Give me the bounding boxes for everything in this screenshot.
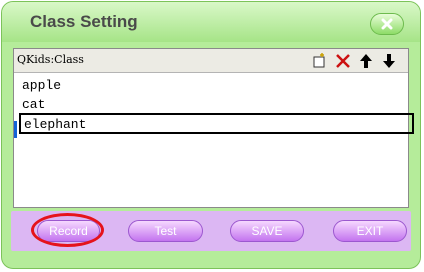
new-icon[interactable] [310, 52, 328, 70]
title-bar: Class Setting [2, 2, 420, 42]
panel-title: QKids:Class [17, 53, 84, 66]
list-item-selected[interactable]: elephant [19, 113, 414, 134]
window-title: Class Setting [30, 12, 138, 31]
delete-icon[interactable] [334, 52, 352, 70]
exit-button[interactable]: EXIT [333, 220, 407, 242]
panel-header: QKids:Class [14, 49, 408, 73]
selection-marker [14, 121, 17, 138]
close-button[interactable] [370, 13, 404, 35]
save-button[interactable]: SAVE [230, 220, 304, 242]
list-item[interactable]: cat [14, 95, 408, 114]
class-list-panel: QKids:Class apple cat elephant [13, 48, 414, 208]
record-highlight-circle [31, 213, 104, 247]
move-down-icon[interactable] [380, 52, 398, 70]
close-icon [381, 18, 393, 30]
list-item[interactable]: apple [14, 76, 408, 95]
class-list: apple cat elephant [14, 76, 414, 134]
test-button[interactable]: Test [128, 220, 203, 242]
move-up-icon[interactable] [357, 52, 375, 70]
